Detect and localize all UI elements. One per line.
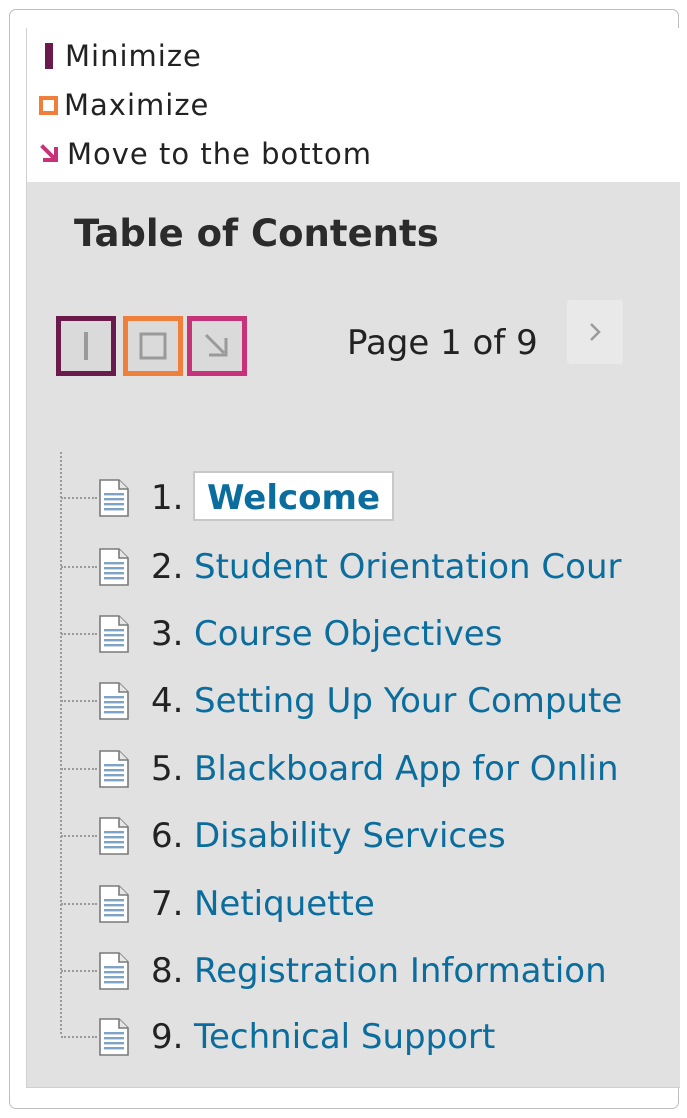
toc-item-number: 9.: [151, 1017, 184, 1057]
legend-maximize-label: Maximize: [64, 88, 210, 122]
toc-link-disability-services[interactable]: Disability Services: [194, 806, 506, 866]
toc-item: 2. Student Orientation Cour: [27, 537, 680, 597]
document-icon: [99, 1018, 129, 1056]
document-icon: [99, 479, 129, 517]
toc-item: 7. Netiquette: [27, 874, 680, 934]
legend-minimize-label: Minimize: [65, 39, 202, 73]
document-icon: [99, 750, 129, 788]
legend-maximize: Maximize: [39, 85, 209, 125]
toc-link-welcome[interactable]: Welcome: [193, 471, 395, 521]
toc-item-number: 2.: [151, 547, 184, 587]
legend-minimize: Minimize: [39, 36, 202, 76]
toc-tree: 1. Welcome 2. Student Orientation Cour 3…: [27, 182, 680, 1087]
move-to-bottom-icon: [40, 144, 58, 162]
toc-item: 4. Setting Up Your Compute: [27, 671, 680, 731]
document-icon: [99, 682, 129, 720]
document-icon: [99, 548, 129, 586]
toc-item-number: 7.: [151, 884, 184, 924]
document-icon: [99, 952, 129, 990]
toc-item-number: 4.: [151, 681, 184, 721]
legend-move-bottom-label: Move to the bottom: [67, 137, 373, 171]
toc-item-number: 5.: [151, 749, 184, 789]
toc-link-technical-support[interactable]: Technical Support: [194, 1007, 495, 1067]
toc-item: 1. Welcome: [27, 468, 680, 528]
toc-item-number: 8.: [151, 951, 184, 991]
toc-item: 8. Registration Information: [27, 941, 680, 1001]
toc-item: 6. Disability Services: [27, 806, 680, 866]
toc-link-registration-information[interactable]: Registration Information: [194, 941, 607, 1001]
maximize-icon: [39, 95, 58, 115]
control-legend: Minimize Maximize Move to the bottom: [27, 28, 680, 182]
toc-link-setting-up-computer[interactable]: Setting Up Your Compute: [194, 671, 622, 731]
document-icon: [99, 885, 129, 923]
legend-move-bottom: Move to the bottom: [39, 134, 372, 174]
document-icon: [99, 817, 129, 855]
minimize-icon: [45, 43, 53, 69]
toc-item-number: 6.: [151, 816, 184, 856]
toc-item-number: 1.: [151, 478, 184, 518]
toc-module: Minimize Maximize Move to the bottom Tab…: [26, 28, 680, 1088]
toc-link-netiquette[interactable]: Netiquette: [194, 874, 375, 934]
toc-link-course-objectives[interactable]: Course Objectives: [194, 604, 502, 664]
toc-link-blackboard-app[interactable]: Blackboard App for Onlin: [194, 739, 619, 799]
toc-panel: Table of Contents Page 1 of 9 1. Welcome…: [27, 182, 680, 1087]
toc-link-student-orientation[interactable]: Student Orientation Cour: [194, 537, 621, 597]
document-icon: [99, 615, 129, 653]
toc-item: 3. Course Objectives: [27, 604, 680, 664]
toc-item: 5. Blackboard App for Onlin: [27, 739, 680, 799]
toc-item: 9. Technical Support: [27, 1007, 680, 1067]
toc-item-number: 3.: [151, 614, 184, 654]
